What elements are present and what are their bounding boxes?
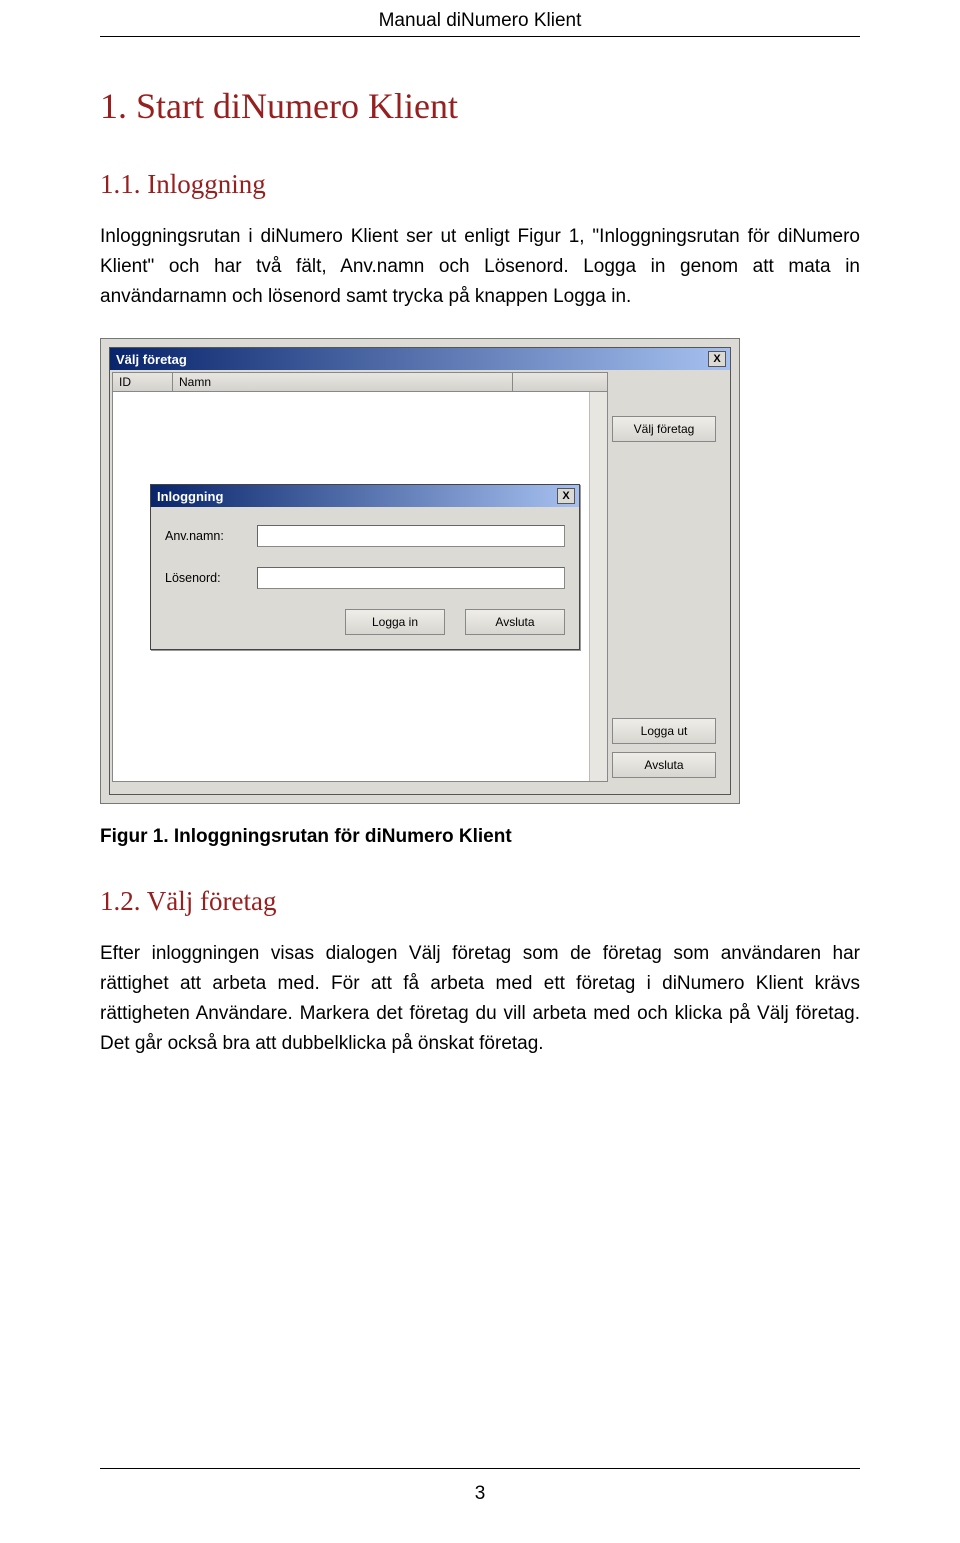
company-table-header: ID Namn [112,372,608,392]
page-number: 3 [100,1483,860,1505]
logga-ut-button[interactable]: Logga ut [612,718,716,744]
inloggning-window: Inloggning X Anv.namn: Lösenord: [150,484,580,650]
heading-section-1: 1. Start diNumero Klient [100,85,860,127]
close-icon[interactable]: X [557,488,575,504]
label-username: Anv.namn: [165,529,257,543]
avsluta-button[interactable]: Avsluta [465,609,565,635]
password-input[interactable] [257,567,565,589]
inloggning-titlebar: Inloggning X [151,485,579,507]
valj-foretag-button[interactable]: Välj företag [612,416,716,442]
figure-1-caption: Figur 1. Inloggningsrutan för diNumero K… [100,826,860,848]
doc-header-title: Manual diNumero Klient [100,10,860,32]
paragraph-1-1: Inloggningsrutan i diNumero Klient ser u… [100,222,860,312]
scrollbar[interactable] [589,392,607,781]
valj-foretag-title: Välj företag [114,352,708,367]
col-header-spacer [513,373,607,391]
col-header-name[interactable]: Namn [173,373,513,391]
paragraph-1-2: Efter inloggningen visas dialogen Välj f… [100,939,860,1059]
valj-foretag-titlebar: Välj företag X [110,348,730,370]
figure-1-screenshot: Välj företag X ID Namn [100,338,740,804]
heading-section-1-2: 1.2. Välj företag [100,886,860,917]
logga-in-button[interactable]: Logga in [345,609,445,635]
header-rule [100,36,860,37]
heading-section-1-1: 1.1. Inloggning [100,169,860,200]
footer-rule [100,1468,860,1469]
username-input[interactable] [257,525,565,547]
label-password: Lösenord: [165,571,257,585]
inloggning-title: Inloggning [155,489,557,504]
valj-foretag-window: Välj företag X ID Namn [109,347,731,795]
col-header-id[interactable]: ID [113,373,173,391]
close-icon[interactable]: X [708,351,726,367]
avsluta-button[interactable]: Avsluta [612,752,716,778]
